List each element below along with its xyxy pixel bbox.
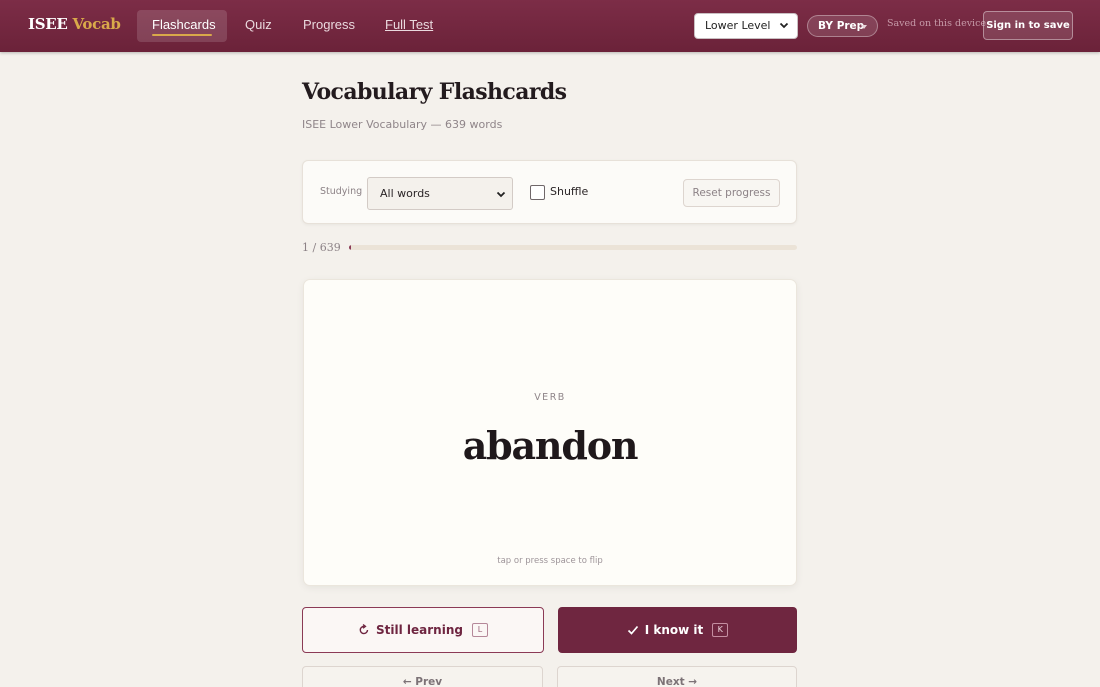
still-learning-shortcut: L (471, 623, 488, 637)
shuffle-label[interactable]: Shuffle (550, 185, 588, 198)
saved-status: Saved on this device (887, 18, 987, 29)
flashcard-word: abandon (462, 423, 639, 468)
tab-full-test[interactable]: Full Test (370, 10, 448, 42)
progress-bar-fill (349, 245, 351, 250)
brand-isee: ISEE (28, 15, 68, 33)
tab-quiz[interactable]: Quiz (230, 10, 287, 42)
tab-progress[interactable]: Progress (288, 10, 370, 42)
part-of-speech: VERB (534, 392, 566, 403)
studying-label: Studying (320, 186, 363, 197)
sign-in-button[interactable]: Sign in to save (983, 11, 1073, 40)
still-learning-button[interactable]: Still learning L (302, 607, 544, 653)
know-it-shortcut: K (712, 623, 729, 637)
still-learning-label: Still learning (376, 623, 463, 637)
tab-progress-label: Progress (303, 17, 356, 32)
study-controls-panel: Studying All words Shuffle Reset progres… (302, 160, 797, 224)
level-select[interactable]: Lower Level (694, 13, 798, 39)
know-it-button[interactable]: I know it K (558, 607, 797, 653)
brand-vocab: Vocab (72, 15, 121, 33)
know-it-label: I know it (644, 623, 704, 637)
flashcard[interactable]: VERB abandon tap or press space to flip (303, 279, 797, 586)
chevron-down-icon (496, 191, 506, 198)
tab-quiz-label: Quiz (245, 17, 272, 32)
refresh-icon (359, 624, 369, 635)
prev-button[interactable]: ← Prev (302, 666, 543, 687)
studying-select-value: All words (380, 187, 430, 200)
tab-flashcards[interactable]: Flashcards (137, 10, 227, 42)
top-navbar: ISEE Vocab Flashcards Quiz Progress Full… (0, 0, 1100, 52)
progress-bar (349, 245, 797, 250)
studying-select[interactable]: All words (367, 177, 513, 210)
page-title: Vocabulary Flashcards (302, 79, 567, 105)
card-counter: 1 / 639 (302, 241, 341, 254)
reset-progress-button[interactable]: Reset progress (683, 179, 780, 207)
prep-menu-button[interactable]: BY Prep (807, 15, 878, 37)
caret-down-icon (861, 25, 867, 29)
prep-label: BY Prep (818, 20, 865, 32)
next-button[interactable]: Next → (557, 666, 797, 687)
level-select-value: Lower Level (705, 19, 771, 32)
tab-flashcards-label: Flashcards (152, 17, 216, 32)
check-icon (627, 625, 638, 635)
brand-logo[interactable]: ISEE Vocab (28, 15, 121, 33)
chevron-down-icon (779, 22, 789, 29)
tab-full-test-label: Full Test (385, 17, 434, 32)
active-tab-underline (152, 34, 212, 36)
shuffle-checkbox[interactable] (530, 185, 545, 200)
page-subtitle: ISEE Lower Vocabulary — 639 words (302, 118, 503, 131)
flip-hint: tap or press space to flip (497, 556, 603, 566)
